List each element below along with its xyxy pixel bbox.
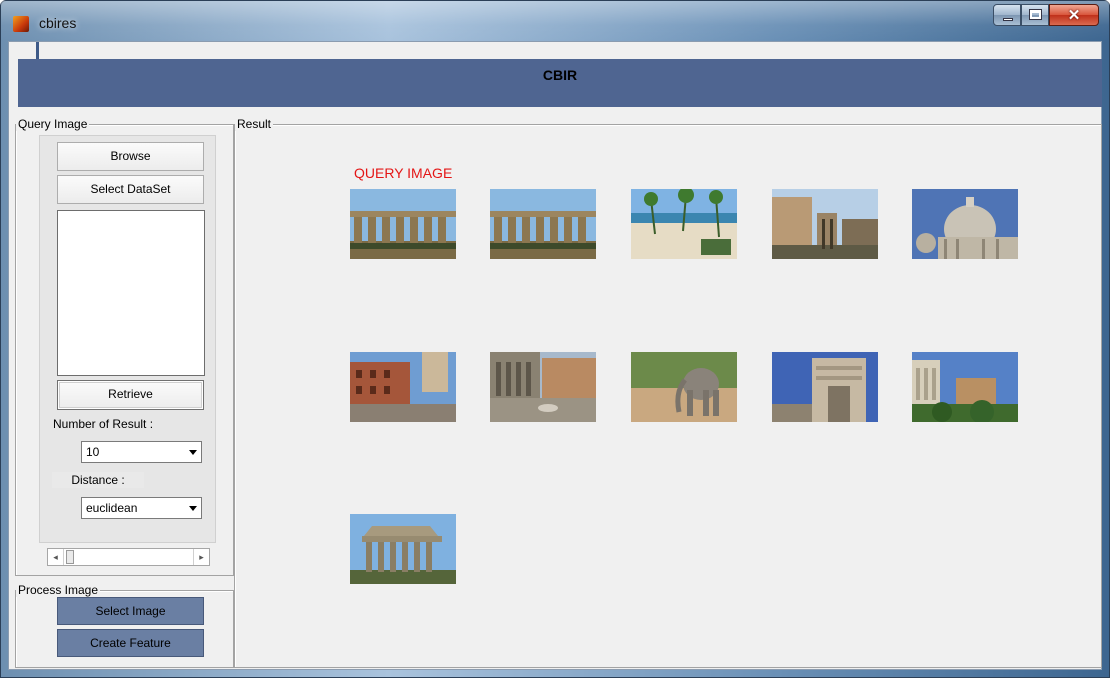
query-image-listbox[interactable]	[57, 210, 205, 376]
result-image-thumbnail[interactable]	[490, 189, 596, 259]
app-heading: CBIR	[542, 67, 578, 83]
horizontal-scrollbar[interactable]: ◂ ▸	[47, 548, 210, 566]
distance-select[interactable]: euclidean	[81, 497, 202, 519]
maximize-button[interactable]	[1021, 4, 1049, 26]
title-bar[interactable]: cbires ✕	[1, 1, 1109, 41]
scroll-left-arrow-icon[interactable]: ◂	[48, 549, 64, 565]
query-image-caption: QUERY IMAGE	[354, 165, 453, 181]
distance-label: Distance :	[52, 472, 144, 488]
result-image-thumbnail[interactable]	[631, 189, 737, 259]
result-image-thumbnail[interactable]	[350, 514, 456, 584]
top-marker	[36, 42, 39, 60]
result-panel-label: Result	[235, 117, 274, 131]
dropdown-arrow-icon	[189, 506, 197, 511]
scrollbar-thumb[interactable]	[66, 550, 74, 564]
select-image-button[interactable]: Select Image	[57, 597, 204, 625]
create-feature-button[interactable]: Create Feature	[57, 629, 204, 657]
number-of-result-value: 10	[86, 445, 100, 459]
window-title: cbires	[39, 15, 77, 31]
close-button[interactable]: ✕	[1049, 4, 1099, 26]
number-of-result-select[interactable]: 10	[81, 441, 202, 463]
header-banner: CBIR	[18, 59, 1102, 107]
number-of-result-label: Number of Result :	[53, 417, 154, 431]
retrieve-button[interactable]: Retrieve	[57, 380, 204, 410]
dropdown-arrow-icon	[189, 450, 197, 455]
result-image-thumbnail[interactable]	[490, 352, 596, 422]
result-image-thumbnail[interactable]	[772, 189, 878, 259]
result-image-thumbnail[interactable]	[772, 352, 878, 422]
process-image-panel-label: Process Image	[16, 583, 101, 597]
result-image-thumbnail[interactable]	[631, 352, 737, 422]
scroll-right-arrow-icon[interactable]: ▸	[193, 549, 209, 565]
distance-value: euclidean	[86, 501, 138, 515]
result-image-thumbnail[interactable]	[912, 189, 1018, 259]
matlab-app-icon	[13, 16, 29, 32]
close-icon: ✕	[1067, 7, 1081, 24]
maximize-icon	[1029, 9, 1042, 20]
query-image-thumbnail[interactable]	[350, 189, 456, 259]
minimize-icon	[1003, 18, 1013, 21]
minimize-button[interactable]	[993, 4, 1021, 26]
result-image-thumbnail[interactable]	[912, 352, 1018, 422]
query-image-panel-label: Query Image	[16, 117, 90, 131]
browse-button[interactable]: Browse	[57, 142, 204, 171]
select-dataset-button[interactable]: Select DataSet	[57, 175, 204, 204]
result-image-thumbnail[interactable]	[350, 352, 456, 422]
